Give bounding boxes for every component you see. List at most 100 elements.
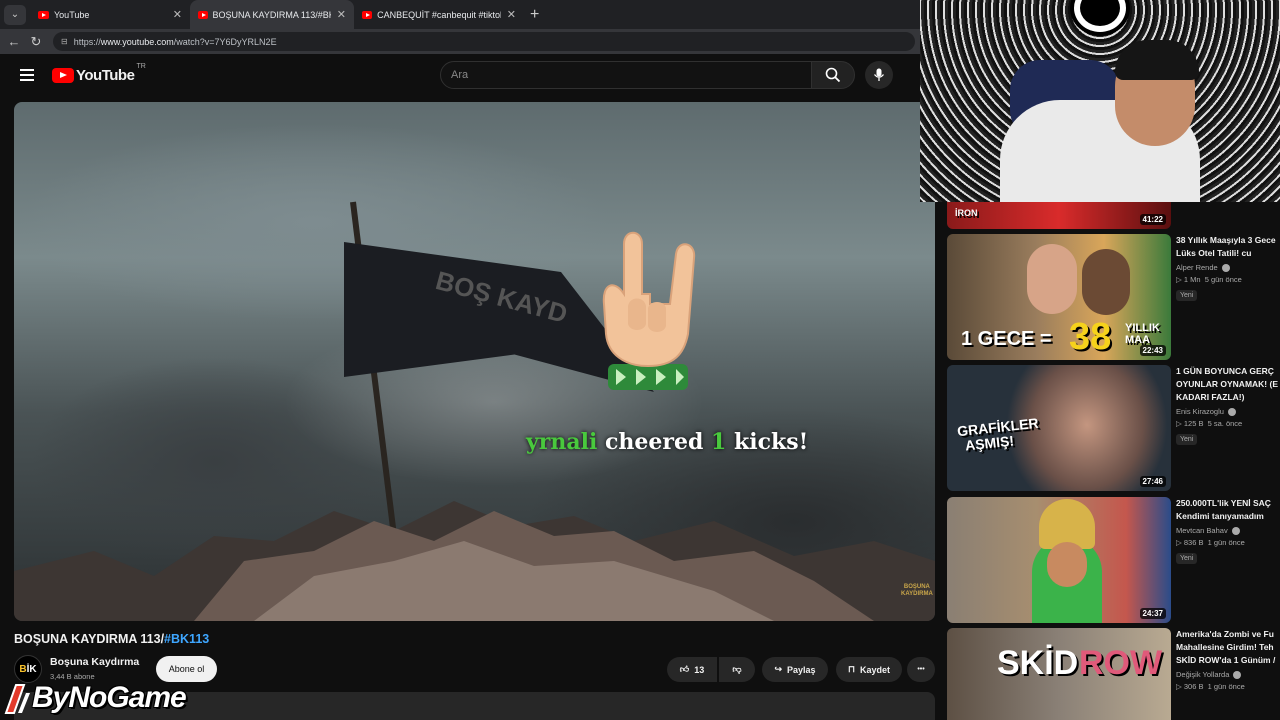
- voice-search-button[interactable]: [865, 61, 893, 89]
- recommendation-meta[interactable]: 38 Yıllık Maaşıyla 3 Gece Lüks Otel Tati…: [1176, 234, 1280, 302]
- new-badge: Yeni: [1176, 553, 1198, 564]
- back-arrow-icon[interactable]: ←: [3, 34, 25, 49]
- url-path: /watch?v=7Y6DyYRLN2E: [173, 36, 277, 47]
- recommendation-thumbnail[interactable]: GRAFİKLER AŞMIŞ! 27:46: [947, 365, 1171, 491]
- recommendation-thumbnail[interactable]: İRON 41:22: [947, 202, 1171, 229]
- tab-close-icon[interactable]: ✕: [501, 8, 516, 21]
- tab-canbequit[interactable]: CANBEQUİT #canbequit #tiktoktu ✕: [354, 0, 524, 29]
- recommendation-stats: ▷ 1 Mn 5 gün önce: [1176, 275, 1242, 284]
- video-duration: 41:22: [1139, 214, 1166, 225]
- url-field[interactable]: ⊟ https://www.youtube.com/watch?v=7Y6DyY…: [53, 32, 915, 51]
- channel-name[interactable]: Boşuna Kaydırma: [50, 656, 139, 668]
- country-code: TR: [136, 62, 146, 70]
- recommendation-title: Lüks Otel Tatili! cu: [1176, 248, 1252, 258]
- bynogame-logo-icon: [4, 684, 30, 714]
- recommendation-title: 38 Yıllık Maaşıyla 3 Gece: [1176, 235, 1276, 245]
- bookmark-icon: ⊓: [847, 664, 855, 674]
- thumbnail-person-1: [1027, 244, 1077, 314]
- recommendation-thumbnail[interactable]: 24:37: [947, 497, 1171, 623]
- recommendation-channel: Değişik Yollarda: [1176, 670, 1280, 679]
- like-count: 13: [694, 664, 705, 675]
- channel-watermark[interactable]: BOŞUNA KAYDIRMA: [901, 584, 933, 598]
- thumbs-down-icon: 👎︎: [732, 664, 742, 674]
- rock-hand-emoji-icon: [602, 231, 696, 390]
- recommendation-channel: Enis Kirazoglu: [1176, 407, 1280, 416]
- recommendation-title: SKİD ROW'da 1 Günüm /: [1176, 655, 1276, 665]
- webcam-background: [1080, 0, 1120, 26]
- recommendation-stats: ▷ 125 B 5 sa. önce: [1176, 419, 1243, 428]
- verified-icon: [1233, 670, 1242, 679]
- recommendation-thumbnail[interactable]: SKİD ROW: [947, 628, 1171, 720]
- alert-username: yrnali: [526, 429, 598, 455]
- bynogame-text: ByNoGame: [32, 681, 187, 714]
- tab-youtube[interactable]: YouTube ✕: [30, 0, 190, 29]
- flag-text: BOŞ KAYD: [432, 265, 571, 329]
- video-player[interactable]: BOŞ KAYD yrnali cheered 1 kicks! BOŞUNA K…: [14, 102, 935, 621]
- verified-icon: [1231, 526, 1240, 535]
- new-tab-button[interactable]: +: [530, 6, 539, 24]
- new-badge: Yeni: [1176, 434, 1198, 445]
- reload-icon[interactable]: ↻: [25, 34, 47, 50]
- tab-title: YouTube: [54, 9, 90, 20]
- alert-text-end: kicks!: [726, 429, 809, 455]
- search-input[interactable]: Ara: [440, 61, 812, 89]
- recommendation-title: Kendimi tanıyamadım: [1176, 511, 1264, 521]
- streamer-hair: [1115, 40, 1199, 80]
- recommendation-meta[interactable]: 1 GÜN BOYUNCA GERÇ OYUNLAR OYNAMAK! (E K…: [1176, 365, 1280, 446]
- microphone-icon: [873, 68, 885, 81]
- thumbnail-text: 38: [1069, 316, 1112, 358]
- recommendation-thumbnail[interactable]: 1 GECE = 38 YILLIK MAA 22:43: [947, 234, 1171, 360]
- search-icon: [825, 67, 841, 83]
- logo-text: YouTube: [76, 66, 135, 84]
- url-domain: www.youtube.com: [100, 36, 174, 47]
- share-icon: ↪: [774, 664, 782, 674]
- tab-search-button[interactable]: ⌄: [4, 4, 26, 25]
- thumbnail-person-2: [1082, 249, 1130, 315]
- share-button[interactable]: ↪ Paylaş: [762, 657, 828, 682]
- recommendation-channel: Mevtcan Bahav: [1176, 526, 1280, 535]
- tab-close-icon[interactable]: ✕: [167, 8, 182, 21]
- rocks-image: [14, 501, 935, 621]
- video-duration: 22:43: [1139, 345, 1166, 356]
- tab-title: BOŞUNA KAYDIRMA 113/#BK113: [212, 9, 331, 20]
- youtube-play-icon: [52, 67, 74, 83]
- thumbs-up-icon: 👍︎: [679, 664, 690, 674]
- stream-alert: yrnali cheered 1 kicks!: [526, 429, 808, 455]
- video-duration: 24:37: [1139, 608, 1166, 619]
- hashtag-link[interactable]: #BK113: [164, 632, 209, 646]
- tab-close-icon[interactable]: ✕: [331, 8, 346, 21]
- menu-icon[interactable]: [20, 66, 34, 84]
- verified-icon: [1221, 263, 1230, 272]
- recommendation-title: 250.000TL'lik YENİ SAÇ: [1176, 498, 1271, 508]
- site-info-icon[interactable]: ⊟: [61, 37, 68, 46]
- tab-bosuna-kaydirma[interactable]: BOŞUNA KAYDIRMA 113/#BK113 ✕: [190, 0, 354, 29]
- recommendation-channel: Alper Rende: [1176, 263, 1280, 272]
- like-button[interactable]: 👍︎ 13: [667, 657, 717, 682]
- new-badge: Yeni: [1176, 290, 1198, 301]
- recommendation-title: 1 GÜN BOYUNCA GERÇ: [1176, 366, 1274, 376]
- recommendation-title: Mahallesine Girdim! Teh: [1176, 642, 1274, 652]
- recommendation-title: Amerika'da Zombi ve Fu: [1176, 629, 1274, 639]
- recommendation-stats: ▷ 836 B 1 gün önce: [1176, 538, 1245, 547]
- search-button[interactable]: [811, 61, 855, 89]
- more-actions-button[interactable]: •••: [907, 657, 935, 682]
- dislike-button[interactable]: 👎︎: [719, 657, 755, 682]
- thumbnail-text: SKİD: [997, 644, 1079, 682]
- recommendation-meta[interactable]: 250.000TL'lik YENİ SAÇ Kendimi tanıyamad…: [1176, 497, 1280, 565]
- thumbnail-text: 1 GECE =: [961, 328, 1052, 350]
- alert-text: cheered: [597, 429, 712, 455]
- recommendation-meta[interactable]: Amerika'da Zombi ve Fu Mahallesine Girdi…: [1176, 628, 1280, 691]
- thumbnail-text: İRON: [955, 208, 978, 218]
- verified-icon: [1227, 407, 1236, 416]
- url-prefix: https://: [73, 36, 101, 47]
- save-button[interactable]: ⊓ Kaydet: [836, 657, 902, 682]
- youtube-header: YouTube TR Ara: [0, 54, 920, 96]
- recommendation-title: OYUNLAR OYNAMAK! (E: [1176, 379, 1278, 389]
- recommendation-stats: ▷ 306 B 1 gün önce: [1176, 682, 1245, 691]
- video-title: BOŞUNA KAYDIRMA 113/#BK113: [14, 632, 210, 646]
- youtube-logo[interactable]: YouTube TR: [52, 63, 146, 84]
- youtube-favicon-icon: [198, 10, 208, 19]
- bynogame-overlay: ByNoGame: [0, 676, 187, 720]
- recommendation-title: KADARI FAZLA!): [1176, 392, 1245, 402]
- video-duration: 27:46: [1139, 476, 1166, 487]
